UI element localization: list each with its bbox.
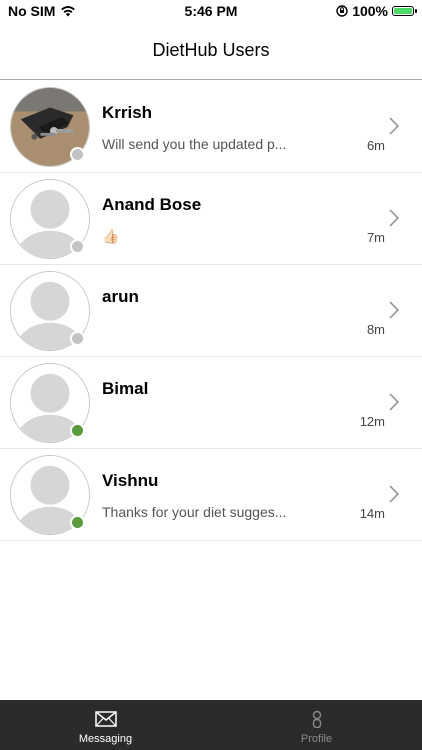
orientation-lock-icon bbox=[336, 5, 348, 17]
last-message: Thanks for your diet sugges... bbox=[102, 504, 287, 520]
chevron-right-icon bbox=[389, 209, 400, 227]
user-name: Krrish bbox=[102, 103, 153, 122]
message-time: 14m bbox=[359, 506, 385, 521]
tab-profile[interactable]: Profile bbox=[211, 700, 422, 750]
user-row-krrish[interactable]: Krrish Will send you the updated p... 6m bbox=[0, 81, 422, 173]
battery-icon bbox=[392, 6, 417, 16]
offline-status-dot bbox=[70, 331, 85, 346]
user-name: Bimal bbox=[102, 379, 149, 398]
user-name: Vishnu bbox=[102, 471, 159, 490]
message-time: 7m bbox=[366, 230, 385, 245]
chevron-right-icon bbox=[389, 393, 400, 411]
online-status-dot bbox=[70, 423, 85, 438]
message-time: 8m bbox=[366, 322, 385, 337]
status-right: 100% bbox=[336, 3, 417, 19]
user-name: Anand Bose bbox=[102, 195, 202, 214]
message-time: 12m bbox=[359, 414, 385, 429]
user-row-anand-bose[interactable]: Anand Bose 👍🏻 7m bbox=[0, 173, 422, 265]
person-icon bbox=[312, 710, 321, 728]
tab-messaging[interactable]: Messaging bbox=[0, 700, 211, 750]
tab-label: Messaging bbox=[78, 733, 133, 745]
online-status-dot bbox=[70, 515, 85, 530]
last-message: 👍🏻 bbox=[102, 228, 120, 244]
tab-label: Profile bbox=[300, 733, 333, 745]
chevron-right-icon bbox=[389, 301, 400, 319]
envelope-icon bbox=[94, 711, 117, 727]
user-row-bimal[interactable]: Bimal 12m bbox=[0, 357, 422, 449]
chevron-right-icon bbox=[389, 485, 400, 503]
user-row-vishnu[interactable]: Vishnu Thanks for your diet sugges... 14… bbox=[0, 449, 422, 541]
status-bar: No SIM 5:46 PM 100% bbox=[0, 0, 422, 22]
page-title: DietHub Users bbox=[152, 40, 270, 60]
tab-bar: Messaging Profile bbox=[0, 700, 422, 750]
nav-header: DietHub Users bbox=[0, 22, 422, 80]
user-name: arun bbox=[102, 287, 139, 306]
last-message: Will send you the updated p... bbox=[102, 136, 287, 152]
chevron-right-icon bbox=[389, 117, 400, 135]
battery-percent: 100% bbox=[352, 3, 388, 19]
message-time: 6m bbox=[366, 138, 385, 153]
user-row-arun[interactable]: arun 8m bbox=[0, 265, 422, 357]
offline-status-dot bbox=[70, 147, 85, 162]
offline-status-dot bbox=[70, 239, 85, 254]
user-list: Krrish Will send you the updated p... 6m… bbox=[0, 81, 422, 541]
